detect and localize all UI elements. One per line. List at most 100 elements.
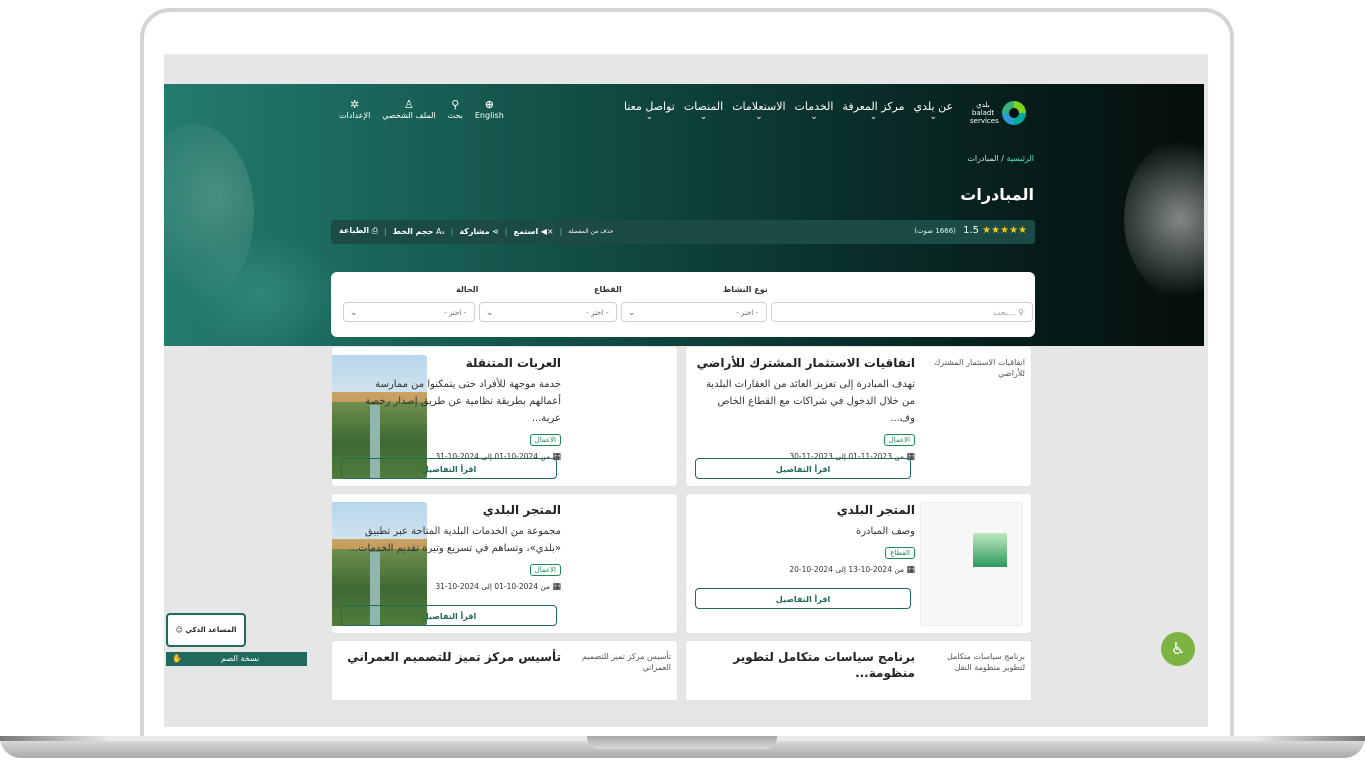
listen-label: استمع bbox=[513, 226, 539, 236]
calendar-icon: ▦ bbox=[906, 565, 915, 575]
status-select[interactable]: - اختر - ⌄ bbox=[343, 302, 475, 322]
card-body: اتفاقيات الاستثمار المشترك للأراضي تهدف … bbox=[695, 355, 915, 462]
profile-label: الملف الشخصي bbox=[382, 111, 436, 120]
chevron-down-icon: ⌄ bbox=[699, 112, 708, 122]
baladi-logo[interactable]: بلدي baladt services bbox=[970, 101, 1026, 125]
search-icon: ⚲ bbox=[1018, 308, 1024, 317]
chevron-down-icon: ⌄ bbox=[755, 112, 763, 122]
calendar-icon: ▦ bbox=[552, 582, 561, 592]
profile-button[interactable]: ♙ الملف الشخصي bbox=[382, 98, 435, 121]
read-details-button[interactable]: اقرأ التفاصيل bbox=[341, 605, 557, 626]
card-title[interactable]: المتجر البلدي bbox=[341, 502, 561, 518]
nav-knowledge[interactable]: مركز المعرفة ⌄ bbox=[842, 100, 904, 122]
card-body: برنامج سياسات متكامل لتطوير منظومة... bbox=[695, 649, 915, 686]
card-dates: ▦ من 2024-10-01 إلى 2024-10-31 bbox=[341, 582, 561, 592]
card-tag: الاعمال bbox=[529, 434, 561, 446]
page-actions: حذف من المفضلة | استمع ◀× | مشاركة ⋖ | ح… bbox=[339, 226, 613, 236]
browser-screen: بلدي baladt services عن بلدي ⌄ مركز المعر… bbox=[164, 54, 1208, 727]
font-size-icon: Aₐ bbox=[436, 226, 445, 236]
card-body: المتجر البلدي وصف المبادرة القطاع ▦ من 2… bbox=[695, 502, 915, 575]
chevron-down-icon: ⌄ bbox=[929, 112, 938, 122]
card-tag: الاعمال bbox=[529, 564, 561, 576]
robot-icon: ☺ bbox=[175, 626, 183, 634]
card-body: المتجر البلدي مجموعة من الخدمات البلدية … bbox=[341, 502, 561, 592]
screen-bottom-bar bbox=[164, 700, 1208, 727]
card-image bbox=[920, 502, 1023, 626]
card-title[interactable]: برنامج سياسات متكامل لتطوير منظومة... bbox=[695, 649, 915, 681]
header-tools: ⊕ English ⚲ بحث ♙ الملف الشخصي ✲ الإعدادات bbox=[339, 98, 504, 121]
initiative-card: المتجر البلدي وصف المبادرة القطاع ▦ من 2… bbox=[685, 493, 1032, 634]
divider: | bbox=[384, 226, 387, 236]
print-label: الطباعة bbox=[339, 226, 370, 235]
print-button[interactable]: الطباعة ⎙ bbox=[339, 226, 378, 236]
card-body: العربات المتنقلة خدمة موجهة للأفراد حتى … bbox=[341, 355, 561, 462]
breadcrumb-current: المبادرات bbox=[967, 154, 999, 163]
user-icon: ♙ bbox=[404, 98, 414, 111]
breadcrumb: الرئيسية / المبادرات bbox=[954, 154, 1034, 163]
divider: | bbox=[450, 226, 454, 236]
sector-select[interactable]: - اختر - ⌄ bbox=[479, 302, 617, 322]
accessibility-icon[interactable]: ♿ bbox=[1161, 632, 1195, 666]
nav-inquiries[interactable]: الاستعلامات ⌄ bbox=[732, 100, 785, 122]
laptop-notch bbox=[587, 736, 777, 749]
activity-label: نوع النشاط bbox=[723, 285, 768, 294]
divider: | bbox=[559, 226, 563, 236]
assistant-label: المساعد الذكي bbox=[185, 626, 237, 634]
card-dates: ▦ من 2024-10-13 إلى 2024-10-20 bbox=[695, 565, 915, 575]
initiative-card: اتفاقيات الاستثمار المشترك للأراضي اتفاق… bbox=[685, 346, 1032, 487]
smart-assistant-button[interactable]: ☺ المساعد الذكي bbox=[166, 613, 246, 647]
share-button[interactable]: مشاركة ⋖ bbox=[459, 227, 498, 236]
favorite-remove-button[interactable]: حذف من المفضلة bbox=[568, 228, 613, 235]
chevron-down-icon: ⌄ bbox=[869, 112, 878, 122]
nav-contact[interactable]: تواصل معنا ⌄ bbox=[624, 100, 675, 122]
search-placeholder: بحث... bbox=[992, 308, 1016, 317]
sector-value: - اختر - bbox=[586, 309, 608, 317]
card-title[interactable]: العربات المتنقلة bbox=[341, 355, 561, 371]
main-menu: عن بلدي ⌄ مركز المعرفة ⌄ الخدمات ⌄ الاستعلا… bbox=[624, 100, 953, 122]
filter-panel: بحث... ⚲ نوع النشاط - اختر - ⌄ القطاع - ا… bbox=[331, 272, 1035, 337]
read-details-button[interactable]: اقرأ التفاصيل bbox=[341, 458, 557, 479]
card-title[interactable]: المتجر البلدي bbox=[695, 502, 915, 518]
settings-label: الإعدادات bbox=[339, 111, 371, 120]
nav-about[interactable]: عن بلدي ⌄ bbox=[914, 100, 954, 122]
breadcrumb-home[interactable]: الرئيسية bbox=[1006, 154, 1034, 163]
settings-button[interactable]: ✲ الإعدادات bbox=[339, 98, 370, 121]
chevron-down-icon: ⌄ bbox=[486, 308, 494, 318]
card-description: وصف المبادرة bbox=[855, 526, 915, 537]
divider: | bbox=[504, 226, 508, 236]
deaf-version-bar[interactable]: نسخة الصم ✋ bbox=[166, 652, 307, 666]
read-details-button[interactable]: اقرأ التفاصيل bbox=[695, 458, 911, 479]
font-size-label: حجم الخط bbox=[392, 226, 434, 236]
chevron-down-icon: ⌄ bbox=[628, 308, 636, 318]
initiative-card: المتجر البلدي مجموعة من الخدمات البلدية … bbox=[331, 493, 678, 634]
printer-icon: ⎙ bbox=[371, 226, 379, 235]
card-image-broken: برنامج سياسات متكامل لتطوير منظومة النقل bbox=[947, 652, 1025, 672]
search-button[interactable]: ⚲ بحث bbox=[448, 98, 463, 121]
speaker-icon: ◀× bbox=[540, 226, 554, 236]
font-size-button[interactable]: حجم الخط Aₐ bbox=[393, 227, 445, 236]
chevron-down-icon: ⌄ bbox=[350, 308, 358, 318]
hero-palm-right bbox=[1124, 134, 1204, 304]
activity-select[interactable]: - اختر - ⌄ bbox=[621, 302, 767, 322]
nav-services[interactable]: الخدمات ⌄ bbox=[795, 100, 834, 122]
search-icon: ⚲ bbox=[451, 98, 460, 111]
card-description: مجموعة من الخدمات البلدية المتاحة عبر تط… bbox=[348, 526, 561, 554]
card-dates-text: من 2024-10-01 إلى 2024-10-31 bbox=[435, 582, 551, 591]
card-title[interactable]: اتفاقيات الاستثمار المشترك للأراضي bbox=[695, 355, 915, 371]
rating-stars[interactable]: ★★★★★ bbox=[982, 225, 1027, 236]
page-title: المبادرات bbox=[960, 185, 1034, 204]
read-details-button[interactable]: اقرأ التفاصيل bbox=[695, 588, 911, 609]
search-input[interactable]: بحث... ⚲ bbox=[771, 302, 1033, 322]
chevron-down-icon: ⌄ bbox=[645, 112, 654, 122]
language-button[interactable]: ⊕ English bbox=[475, 98, 504, 121]
status-value: - اختر - bbox=[444, 309, 466, 317]
nav-platforms[interactable]: المنصات ⌄ bbox=[684, 100, 723, 122]
card-image-broken: اتفاقيات الاستثمار المشترك للأراضي bbox=[933, 358, 1025, 378]
card-tag: القطاع bbox=[885, 547, 915, 559]
search-label: بحث bbox=[447, 111, 463, 120]
listen-button[interactable]: استمع ◀× bbox=[513, 227, 553, 236]
chevron-down-icon: ⌄ bbox=[810, 112, 818, 122]
hero-palm-left-glow bbox=[184, 234, 344, 346]
card-title[interactable]: تأسيس مركز تميز للتصميم العمراني bbox=[341, 649, 561, 665]
rating: ★★★★★ 1.5 (1666 صوت) bbox=[914, 225, 1027, 236]
